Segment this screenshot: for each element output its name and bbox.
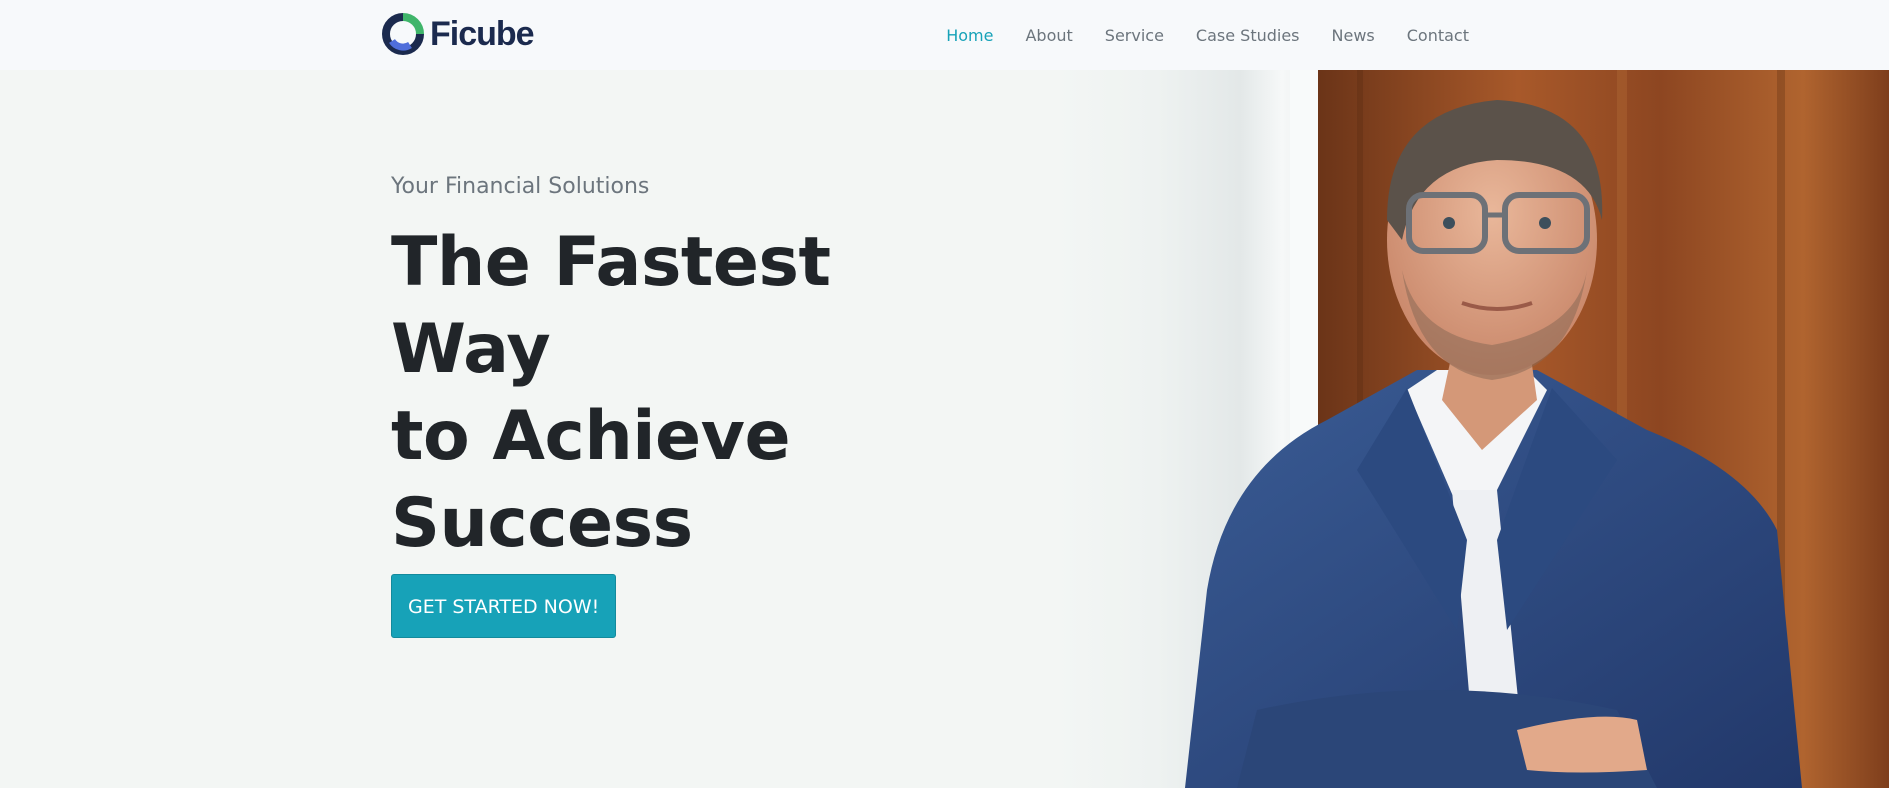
headline-line: Success — [391, 484, 693, 563]
main-nav: Home About Service Case Studies News Con… — [914, 0, 1469, 70]
hero-headline: The Fastest Way to Achieve Success — [391, 219, 911, 567]
brand-name: Ficube — [430, 15, 535, 53]
ficube-logo-icon — [382, 13, 424, 55]
headline-line: The Fastest — [391, 223, 831, 302]
brand-logo-link[interactable]: Ficube — [382, 13, 535, 55]
nav-about[interactable]: About — [1025, 26, 1072, 45]
nav-service[interactable]: Service — [1105, 26, 1164, 45]
headline-line: Way — [391, 310, 551, 389]
businessman-portrait-photo — [1057, 70, 1889, 788]
hero-eyebrow: Your Financial Solutions — [391, 174, 650, 199]
nav-home[interactable]: Home — [946, 26, 993, 45]
hero-content: Your Financial Solutions The Fastest Way… — [391, 171, 911, 638]
site-header: Ficube Home About Service Case Studies N… — [0, 0, 1889, 70]
headline-line: to Achieve — [391, 397, 791, 476]
nav-news[interactable]: News — [1332, 26, 1375, 45]
get-started-button[interactable]: GET STARTED NOW! — [391, 574, 617, 638]
page: Ficube Home About Service Case Studies N… — [0, 0, 1889, 791]
nav-case-studies[interactable]: Case Studies — [1196, 26, 1300, 45]
nav-contact[interactable]: Contact — [1407, 26, 1469, 45]
hero-section: Your Financial Solutions The Fastest Way… — [0, 70, 1889, 788]
